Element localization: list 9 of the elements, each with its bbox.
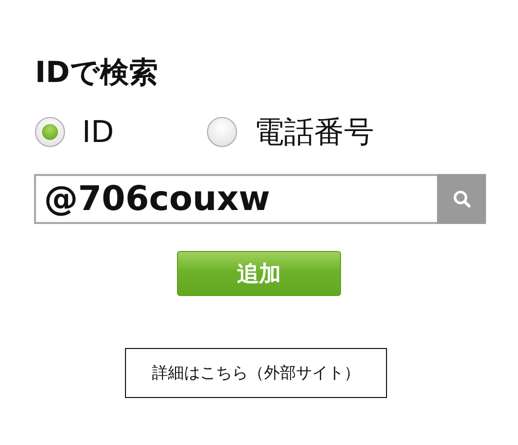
search-icon — [452, 189, 472, 209]
search-field[interactable]: @706couxw — [34, 174, 437, 224]
radio-button[interactable] — [35, 117, 65, 147]
radio-label[interactable]: ID — [82, 114, 114, 150]
page-title: IDで検索 — [35, 54, 159, 91]
details-button[interactable]: 詳細はこちら（外部サイト） — [125, 348, 387, 398]
radio-label[interactable]: 電話番号 — [254, 112, 374, 152]
search-button[interactable] — [437, 174, 486, 224]
radio-button[interactable] — [207, 117, 237, 147]
